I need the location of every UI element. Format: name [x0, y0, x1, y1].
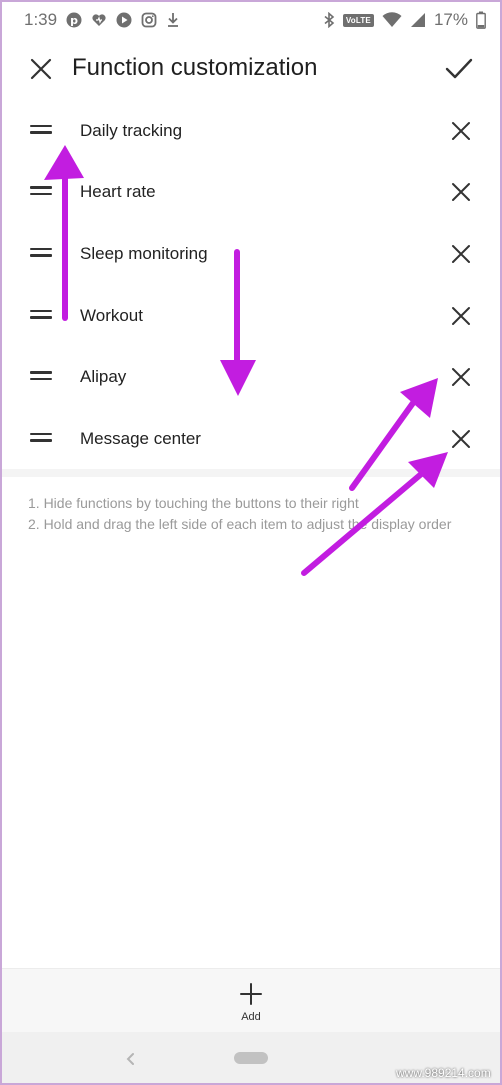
instruction-line-2: 2. Hold and drag the left side of each i… [28, 516, 452, 532]
status-bar: 1:39 p VoLTE 17% [0, 0, 502, 40]
instruction-line-1: 1. Hide functions by touching the button… [28, 495, 359, 511]
heart-app-icon [91, 12, 107, 28]
close-button[interactable] [28, 56, 54, 82]
list-item-daily-tracking: Daily tracking [0, 100, 502, 162]
download-icon [166, 12, 180, 28]
remove-button[interactable] [450, 428, 472, 450]
list-item-message-center: Message center [0, 408, 502, 470]
battery-icon [476, 11, 486, 29]
drag-handle-icon[interactable] [30, 186, 52, 196]
remove-button[interactable] [450, 366, 472, 388]
drag-handle-icon[interactable] [30, 247, 52, 258]
list-item-alipay: Alipay [0, 346, 502, 408]
volte-badge: VoLTE [342, 13, 374, 27]
section-divider [0, 469, 502, 477]
chevron-left-icon [126, 1053, 134, 1065]
play-icon [116, 12, 132, 28]
item-label: Sleep monitoring [80, 243, 208, 263]
back-button[interactable] [122, 1050, 140, 1068]
add-label: Add [241, 1011, 261, 1023]
remove-button[interactable] [450, 181, 472, 203]
remove-x-icon [452, 121, 470, 140]
item-label: Workout [80, 305, 143, 325]
item-label: Alipay [80, 367, 127, 387]
item-label: Message center [80, 428, 201, 448]
remove-button[interactable] [450, 305, 472, 327]
item-label: Heart rate [80, 182, 156, 202]
remove-x-icon [452, 306, 470, 325]
status-time: 1:39 [24, 10, 58, 29]
svg-text:p: p [70, 14, 78, 27]
watermark-text: www.989214.com [396, 1066, 491, 1080]
wifi-icon [382, 12, 402, 28]
remove-x-icon [452, 429, 470, 448]
check-icon [445, 58, 473, 79]
drag-handle-icon[interactable] [30, 309, 52, 320]
bottom-action-bar: Add [0, 968, 502, 1032]
close-icon [30, 58, 52, 80]
plus-icon [240, 983, 262, 1005]
list-item-heart-rate: Heart rate [0, 162, 502, 224]
app-header: Function customization [0, 40, 502, 100]
pinterest-icon: p [66, 12, 82, 28]
item-label: Daily tracking [80, 120, 183, 140]
remove-button[interactable] [450, 120, 472, 142]
page-title: Function customization [72, 54, 318, 81]
drag-handle-icon[interactable] [30, 371, 52, 381]
list-item-sleep-monitoring: Sleep monitoring [0, 223, 502, 285]
list-item-workout: Workout [0, 285, 502, 347]
remove-button[interactable] [450, 243, 472, 265]
signal-icon [410, 12, 426, 28]
function-list: Daily tracking Heart rate Sleep monitori… [0, 100, 502, 470]
instagram-icon [141, 12, 157, 28]
remove-x-icon [452, 244, 470, 263]
remove-x-icon [452, 368, 470, 387]
drag-handle-icon[interactable] [30, 432, 52, 443]
remove-x-icon [452, 183, 470, 202]
bluetooth-icon [323, 12, 335, 28]
home-pill-button[interactable] [234, 1052, 268, 1064]
battery-percent: 17% [433, 10, 468, 29]
drag-handle-icon[interactable] [30, 124, 52, 135]
confirm-button[interactable] [444, 56, 474, 82]
add-button[interactable]: Add [226, 975, 276, 1029]
instructions: 1. Hide functions by touching the button… [28, 494, 468, 536]
